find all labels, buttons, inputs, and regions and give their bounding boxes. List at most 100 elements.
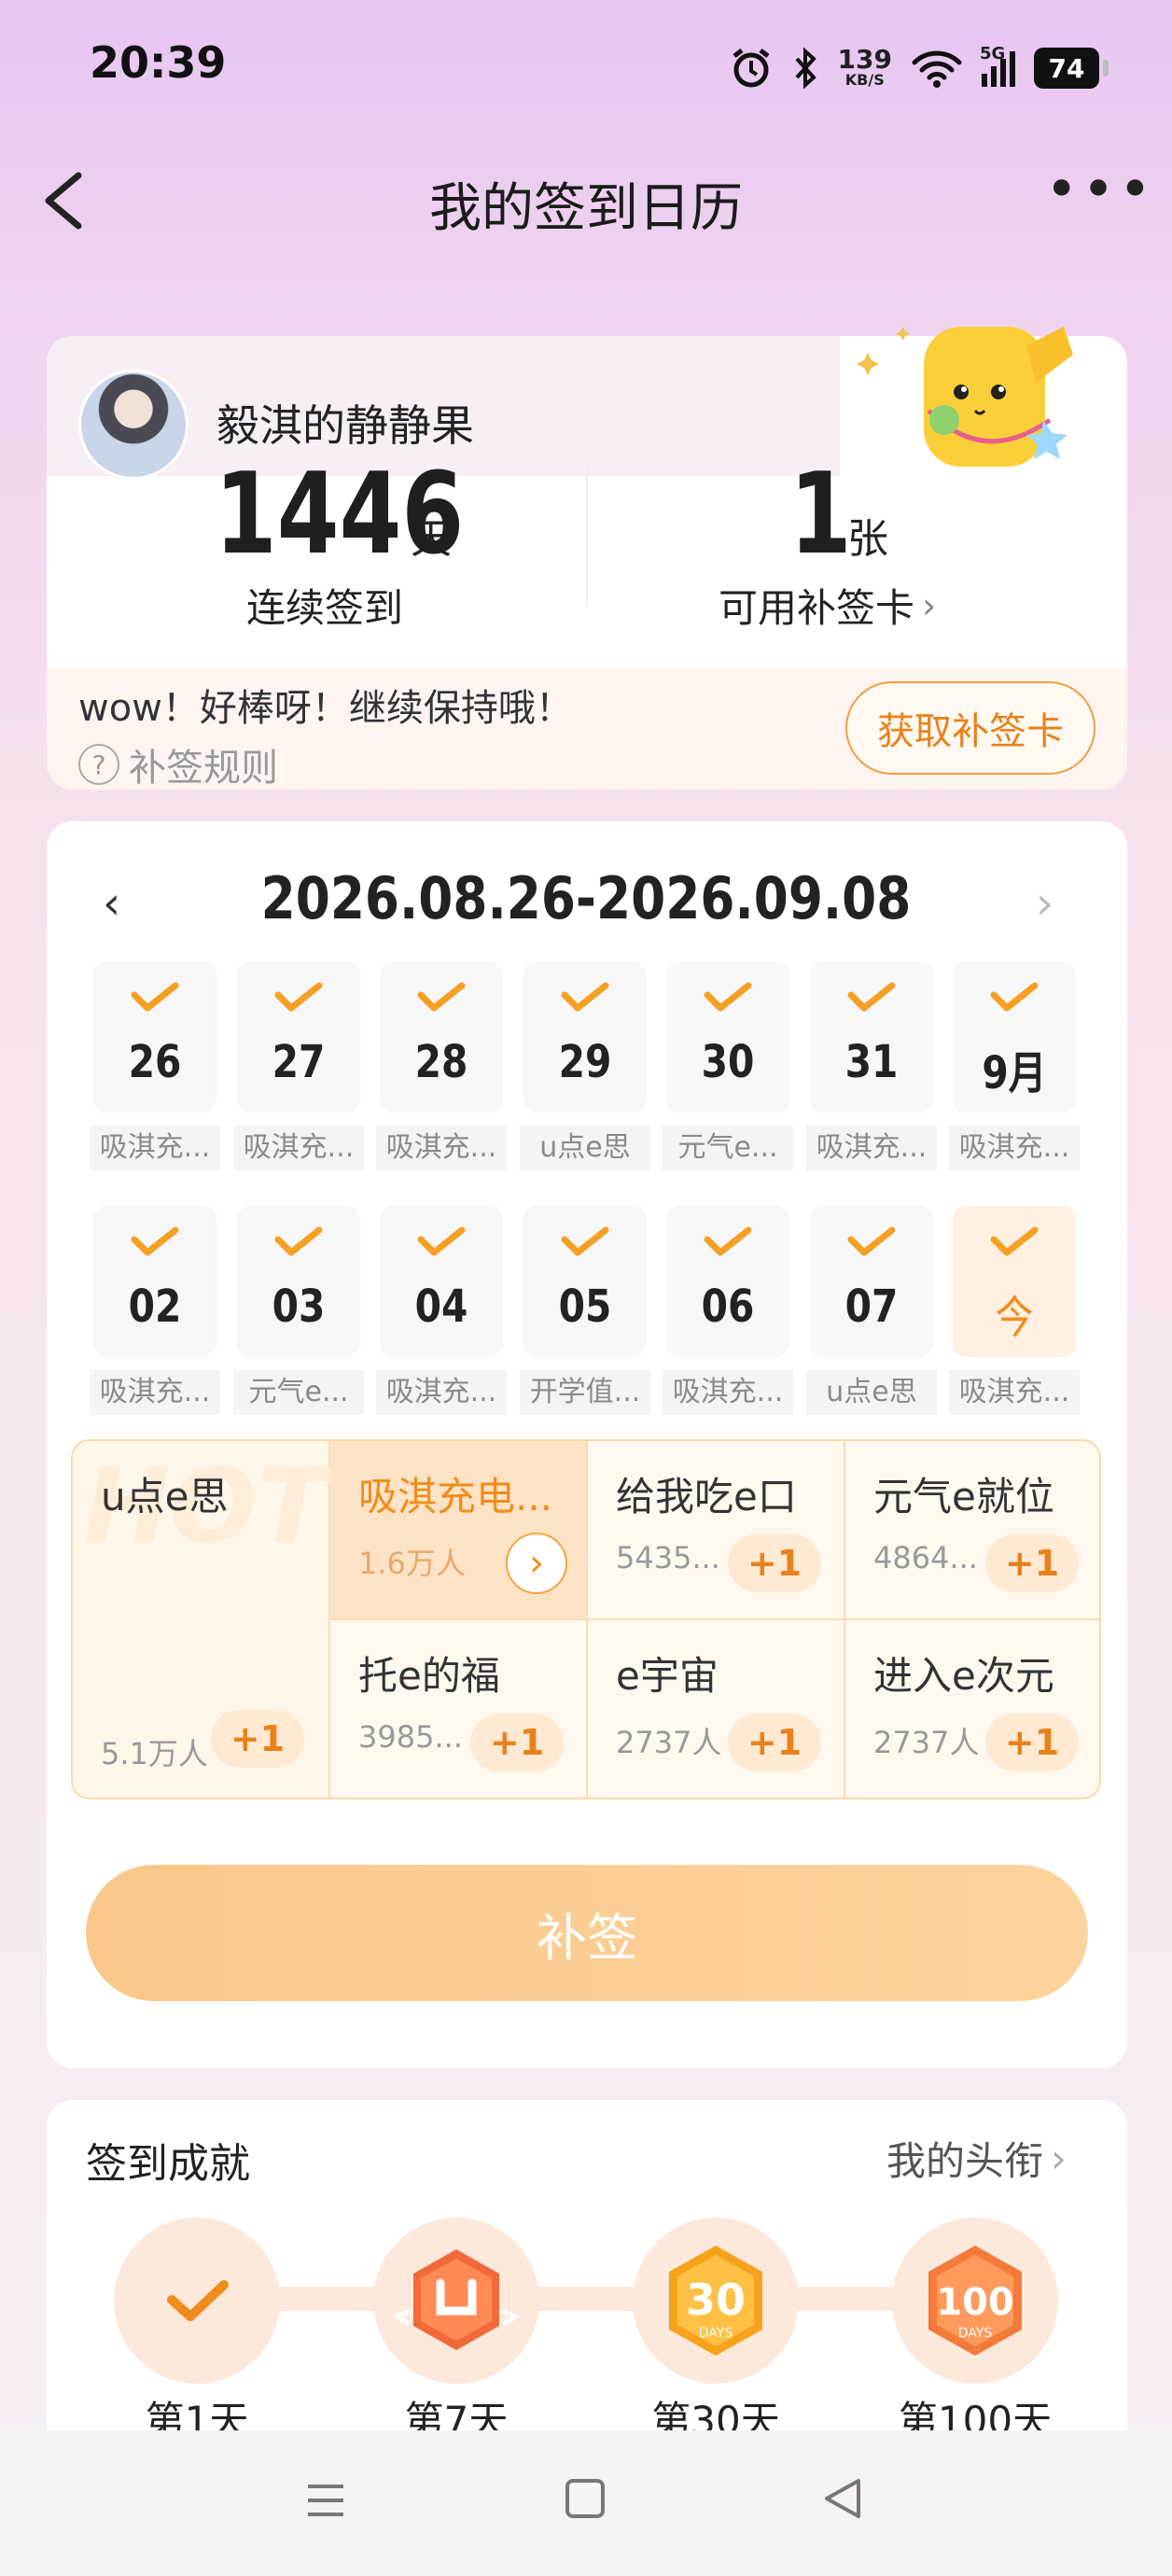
topic-count: 2737人 <box>616 1725 722 1760</box>
check-icon <box>274 1226 323 1256</box>
my-titles-link[interactable]: 我的头衔 › <box>886 2130 1067 2187</box>
home-square-icon[interactable] <box>564 2477 607 2520</box>
check-icon <box>990 982 1039 1012</box>
status-icons: 139 KB/S 5G 74 <box>730 35 1109 101</box>
svg-text:100: 100 <box>936 2281 1014 2324</box>
alarm-icon <box>732 49 770 88</box>
check-icon <box>847 1226 896 1256</box>
calendar-day-topic: 吸淇充... <box>376 1126 507 1170</box>
achievement-badge-day1[interactable] <box>114 2218 280 2384</box>
svg-text:DAYS: DAYS <box>958 2326 993 2341</box>
calendar-day[interactable]: 04 <box>380 1206 503 1357</box>
calendar-day-today[interactable]: 今 <box>953 1206 1076 1357</box>
plus-one-button[interactable]: +1 <box>985 1714 1079 1771</box>
chevron-right-icon[interactable]: › <box>506 1533 567 1594</box>
plus-one-button[interactable]: +1 <box>470 1714 564 1771</box>
achievement-badge-day100[interactable]: 100 DAYS <box>892 2218 1058 2384</box>
topic-name: 给我吃e口 <box>616 1474 797 1519</box>
check-icon <box>417 982 466 1012</box>
calendar-day[interactable]: 06 <box>666 1206 789 1357</box>
topic-cell[interactable]: 给我吃e口 5435... +1 <box>588 1441 845 1620</box>
calendar-day[interactable]: 30 <box>666 961 789 1113</box>
calendar-day-topic: u点e思 <box>806 1370 937 1415</box>
topic-count: 2737人 <box>873 1725 980 1760</box>
status-time: 20:39 <box>90 37 227 88</box>
check-icon <box>131 1226 179 1256</box>
calendar-day-number: 9月 <box>982 1047 1047 1099</box>
topic-grid: HOT u点e思 5.1万人 +1 吸淇充电... 1.6万人 › 给我吃e口 … <box>71 1439 1101 1799</box>
calendar-day[interactable]: 29 <box>523 961 647 1113</box>
calendar-day-number: 今 <box>995 1292 1034 1344</box>
wifi-icon <box>912 50 962 88</box>
more-options-icon[interactable]: ••• <box>1045 161 1151 222</box>
topic-cell-featured[interactable]: HOT u点e思 5.1万人 +1 <box>73 1441 330 1798</box>
topic-cell[interactable]: 进入e次元 2737人 +1 <box>845 1620 1099 1798</box>
topic-cell-selected[interactable]: 吸淇充电... 1.6万人 › <box>330 1441 588 1620</box>
back-triangle-icon[interactable] <box>821 2477 864 2520</box>
username: 毅淇的静静果 <box>216 400 474 451</box>
calendar-day[interactable]: 02 <box>93 1206 216 1357</box>
achievement-badge-day7[interactable] <box>373 2218 539 2384</box>
calendar-day[interactable]: 31 <box>810 961 933 1113</box>
plus-one-button[interactable]: +1 <box>728 1714 821 1771</box>
chevron-right-icon: › <box>922 584 937 626</box>
calendar-day[interactable]: 9月 <box>953 961 1076 1113</box>
cellular-signal: 5G <box>980 44 1015 87</box>
my-titles-label: 我的头衔 <box>886 2138 1044 2184</box>
calendar-day-number: 04 <box>414 1281 468 1333</box>
streak-label: 连续签到 <box>246 585 404 631</box>
calendar-day-topic: u点e思 <box>520 1126 650 1170</box>
calendar-day[interactable]: 03 <box>237 1206 360 1357</box>
topic-count: 1.6万人 <box>358 1546 466 1581</box>
plus-one-button[interactable]: +1 <box>728 1534 821 1592</box>
plus-one-button[interactable]: +1 <box>985 1534 1079 1592</box>
calendar-day-topic: 元气e... <box>233 1370 364 1415</box>
achievement-badge-day30[interactable]: 30 DAYS <box>633 2218 799 2384</box>
calendar-day[interactable]: 05 <box>523 1206 647 1357</box>
topic-count: 4864... <box>873 1540 978 1575</box>
next-week-arrow-icon[interactable]: › <box>1036 877 1053 930</box>
calendar-day-topic: 吸淇充... <box>90 1126 220 1170</box>
network-speed: 139 KB/S <box>837 44 892 89</box>
system-nav-bar <box>0 2430 1172 2576</box>
topic-cell[interactable]: 托e的福 3985... +1 <box>330 1620 588 1798</box>
makeup-cards-link[interactable]: 可用补签卡 › <box>719 577 936 634</box>
topic-name: 托e的福 <box>358 1653 500 1699</box>
get-makeup-card-button[interactable]: 获取补签卡 <box>845 681 1095 775</box>
user-avatar[interactable] <box>78 370 188 480</box>
calendar-day-topic: 开学值... <box>520 1370 650 1415</box>
svg-text:30: 30 <box>686 2275 746 2325</box>
encourage-text: wow！好棒呀！继续保持哦！ <box>78 687 573 730</box>
calendar-day-topic: 吸淇充... <box>90 1370 220 1415</box>
makeup-signin-button[interactable]: 补签 <box>86 1865 1088 2001</box>
makeup-cards-block[interactable]: 1张 <box>789 459 976 571</box>
calendar-day-topic: 吸淇充... <box>376 1370 507 1415</box>
topic-name: u点e思 <box>101 1474 229 1519</box>
page-title: 我的签到日历 <box>429 178 743 239</box>
calendar-day-topic: 吸淇充... <box>806 1126 937 1170</box>
calendar-day-topic: 吸淇充... <box>949 1370 1080 1415</box>
topic-cell[interactable]: 元气e就位 4864... +1 <box>845 1441 1099 1620</box>
calendar-day-topic: 吸淇充... <box>233 1126 364 1170</box>
plus-one-button[interactable]: +1 <box>211 1710 304 1768</box>
question-icon: ? <box>78 744 119 785</box>
streak-block: 1446天 <box>215 459 513 571</box>
chevron-right-icon: › <box>1051 2135 1067 2181</box>
topic-count: 5435... <box>616 1540 720 1575</box>
topic-cell[interactable]: e宇宙 2737人 +1 <box>588 1620 845 1798</box>
battery-indicator: 74 <box>1034 48 1109 89</box>
check-icon <box>167 2280 229 2321</box>
menu-icon[interactable] <box>304 2479 347 2522</box>
makeup-rule-link[interactable]: ? 补签规则 <box>78 737 278 791</box>
calendar-day[interactable]: 27 <box>237 961 360 1113</box>
status-bar: 20:39 139 KB/S 5G 74 <box>0 0 1172 131</box>
streak-days-value: 1446 <box>215 450 465 580</box>
rock-hand-badge-icon <box>392 2249 521 2350</box>
calendar-day[interactable]: 26 <box>93 961 216 1113</box>
calendar-day-number: 02 <box>128 1281 182 1333</box>
calendar-day[interactable]: 07 <box>810 1206 933 1357</box>
calendar-day[interactable]: 28 <box>380 961 503 1113</box>
topic-name: 吸淇充电... <box>358 1474 553 1519</box>
topic-name: 进入e次元 <box>873 1653 1054 1699</box>
calendar-day-number: 05 <box>558 1281 612 1333</box>
